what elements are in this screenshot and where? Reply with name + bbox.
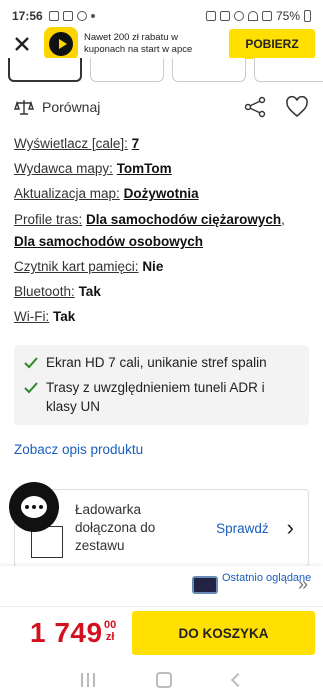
spec-key: Wyświetlacz [cale]:	[14, 136, 128, 151]
spec-value[interactable]: Dla samochodów ciężarowych	[86, 212, 281, 227]
alarm-icon	[233, 11, 244, 21]
chevron-right-icon[interactable]: ›	[287, 515, 294, 541]
notification-icons	[48, 11, 95, 21]
compare-row: Porównaj	[14, 92, 309, 122]
spec-card-reader: Czytnik kart pamięci: Nie	[14, 257, 309, 282]
chat-icon	[21, 496, 47, 518]
spec-key: Wydawca mapy:	[14, 161, 113, 176]
double-chevron-icon[interactable]: »	[298, 574, 308, 595]
check-icon	[24, 382, 38, 394]
mute-icon	[219, 11, 230, 21]
gallery-icon	[48, 11, 59, 21]
signal-icon	[261, 11, 272, 21]
see-description-link[interactable]: Zobacz opis produktu	[14, 442, 143, 457]
feature-item: Trasy z uwzględnieniem tuneli ADR i klas…	[24, 378, 299, 416]
compare-scale-icon[interactable]	[14, 98, 34, 116]
spec-value[interactable]: Dla samochodów osobowych	[14, 234, 203, 249]
spec-value: Tak	[53, 309, 76, 324]
chat-button[interactable]	[9, 482, 59, 532]
spec-value: Tak	[78, 284, 101, 299]
spec-value[interactable]: 7	[132, 136, 140, 151]
wifi-icon	[247, 11, 258, 21]
charger-label: Ładowarka dołączona do zestawu	[75, 502, 156, 553]
add-to-cart-button[interactable]: DO KOSZYKA	[132, 611, 315, 655]
compare-label[interactable]: Porównaj	[42, 99, 100, 115]
download-app-button[interactable]: POBIERZ	[229, 29, 315, 59]
spec-display: Wyświetlacz [cale]: 7	[14, 134, 309, 159]
back-icon[interactable]	[230, 672, 245, 688]
recent-apps-icon[interactable]	[80, 673, 95, 687]
spec-map-publisher: Wydawca mapy: TomTom	[14, 159, 309, 184]
price-main: 1 749	[30, 617, 103, 648]
system-icons: 75%	[205, 9, 311, 23]
thumbnail-4[interactable]	[254, 58, 323, 82]
spec-key: Profile tras:	[14, 212, 83, 227]
check-charger-link[interactable]: Sprawdź	[216, 521, 269, 536]
more-notifications-icon	[90, 14, 95, 18]
price-cents: 00	[104, 619, 117, 631]
spec-key: Bluetooth:	[14, 284, 75, 299]
banner-text: Nawet 200 zł rabatu w kuponach na start …	[84, 32, 193, 55]
play-icon	[49, 32, 73, 56]
heart-icon[interactable]	[285, 95, 309, 119]
battery-percent: 75%	[275, 9, 300, 23]
status-time: 17:56	[12, 9, 43, 23]
spec-key: Wi-Fi:	[14, 309, 50, 324]
battery-icon	[304, 10, 311, 22]
image-thumbnails	[0, 58, 323, 82]
spec-key: Aktualizacja map:	[14, 186, 120, 201]
share-icon[interactable]	[243, 95, 267, 119]
close-banner-button[interactable]	[8, 30, 36, 58]
feature-text: Trasy z uwzględnieniem tuneli ADR i klas…	[46, 380, 265, 414]
spec-value: Nie	[142, 259, 164, 274]
spec-wifi: Wi-Fi: Tak	[14, 307, 309, 332]
feature-highlights: Ekran HD 7 cali, unikanie stref spalin T…	[14, 345, 309, 425]
home-icon[interactable]	[155, 672, 172, 688]
spec-route-profiles: Profile tras: Dla samochodów ciężarowych…	[14, 212, 285, 249]
app-logo	[44, 27, 78, 61]
spec-value[interactable]: TomTom	[117, 161, 172, 176]
settings-icon	[76, 11, 87, 21]
android-nav-bar	[0, 660, 323, 700]
spec-value[interactable]: Dożywotnia	[124, 186, 199, 201]
price-suffix: 00 zł	[104, 619, 116, 643]
thumbnail-2[interactable]	[90, 58, 164, 82]
thumbnail-1[interactable]	[8, 58, 82, 82]
price-currency: zł	[105, 631, 115, 643]
buy-bar: 1 749 00 zł DO KOSZYKA	[0, 606, 323, 658]
thumbnail-3[interactable]	[172, 58, 246, 82]
spec-key: Czytnik kart pamięci:	[14, 259, 139, 274]
app-icon	[62, 11, 73, 21]
feature-text: Ekran HD 7 cali, unikanie stref spalin	[46, 355, 267, 370]
check-icon	[24, 357, 38, 369]
spec-bluetooth: Bluetooth: Tak	[14, 282, 309, 307]
spec-map-update: Aktualizacja map: Dożywotnia	[14, 184, 309, 209]
spec-list: Wyświetlacz [cale]: 7 Wydawca mapy: TomT…	[14, 134, 309, 332]
close-icon	[15, 37, 29, 51]
recent-product-thumbnail	[192, 576, 218, 594]
lock-icon	[205, 11, 216, 21]
recently-viewed-bar[interactable]: Ostatnio oglądane »	[0, 566, 323, 606]
feature-item: Ekran HD 7 cali, unikanie stref spalin	[24, 353, 299, 372]
